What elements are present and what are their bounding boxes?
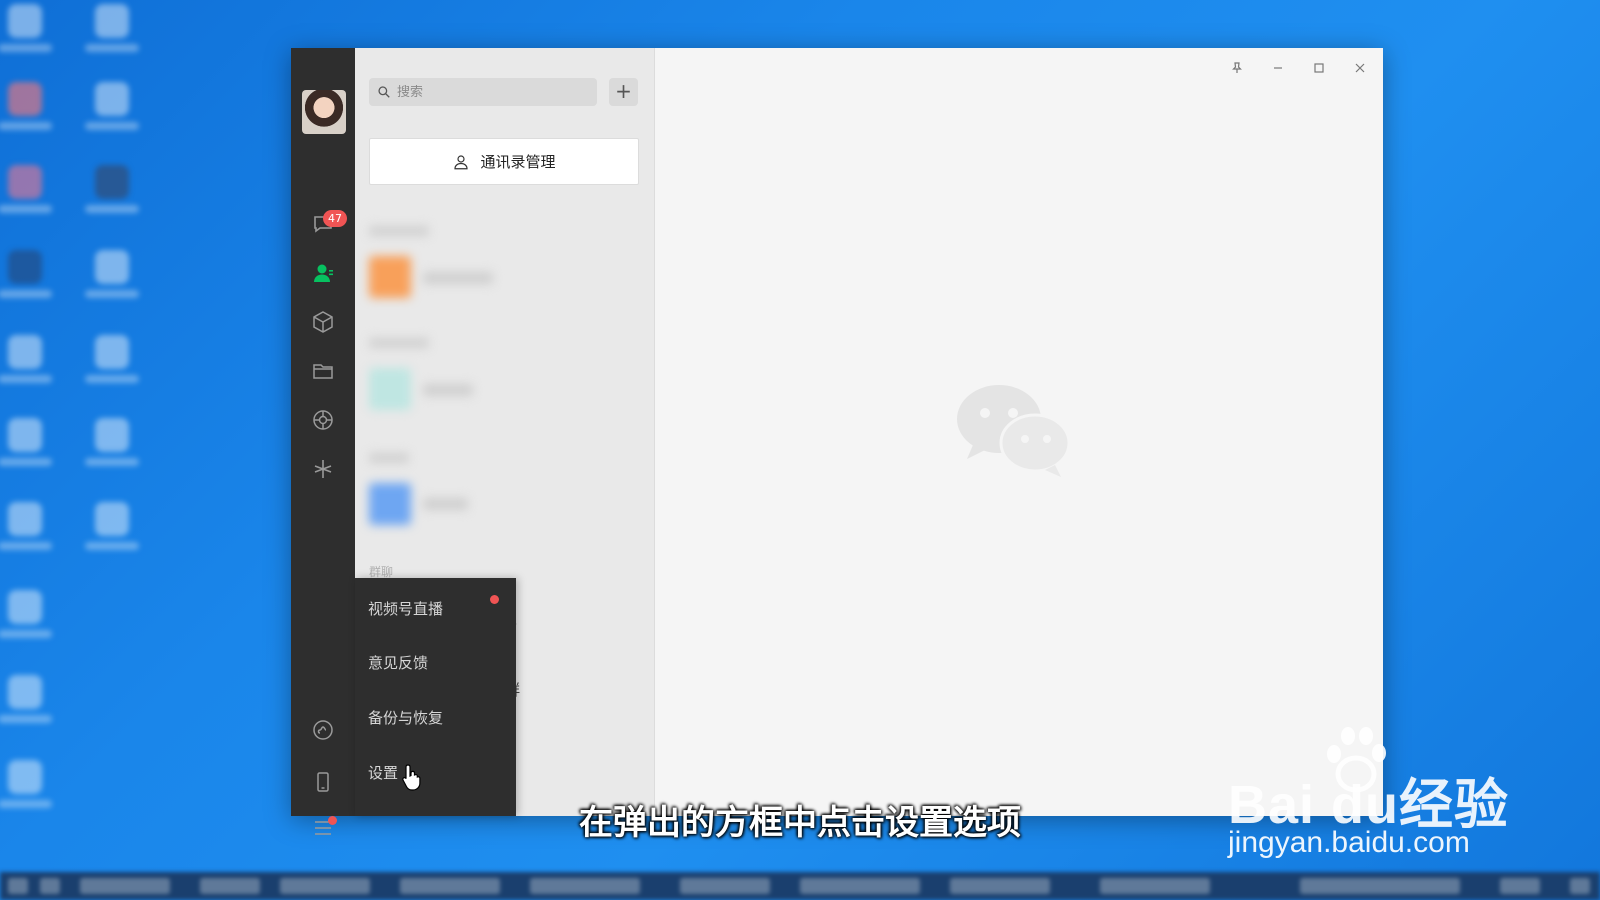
- search-icon: [378, 86, 390, 98]
- hand-cursor-icon: [402, 764, 421, 791]
- section-label: [369, 453, 409, 463]
- contact-name: [423, 498, 468, 510]
- desktop-icon[interactable]: [85, 418, 139, 466]
- folder-icon[interactable]: [307, 355, 339, 387]
- desktop-icon[interactable]: [0, 760, 52, 808]
- taskbar-item[interactable]: [280, 878, 370, 894]
- desktop-icon[interactable]: [85, 4, 139, 52]
- section-label: [369, 338, 429, 348]
- notification-dot: [490, 595, 499, 604]
- contact-avatar[interactable]: [369, 483, 411, 525]
- taskbar-clock: [1500, 878, 1540, 894]
- search-input[interactable]: [397, 84, 587, 100]
- taskbar: [0, 872, 1600, 900]
- contact-name: [423, 272, 493, 284]
- desktop-icon[interactable]: [0, 4, 52, 52]
- add-button[interactable]: +: [609, 78, 638, 106]
- taskbar-item[interactable]: [800, 878, 920, 894]
- desktop-icons: [0, 0, 170, 860]
- cube-icon[interactable]: [307, 306, 339, 338]
- maximize-icon[interactable]: [1305, 56, 1333, 80]
- menu-item-channels-live[interactable]: 视频号直播: [368, 598, 443, 619]
- mini-program-icon[interactable]: [307, 714, 339, 746]
- desktop-icon[interactable]: [0, 82, 52, 130]
- contacts-management-button[interactable]: 通讯录管理: [369, 138, 639, 185]
- desktop-icon[interactable]: [85, 250, 139, 298]
- minimize-icon[interactable]: [1264, 56, 1292, 80]
- desktop-icon[interactable]: [85, 165, 139, 213]
- close-icon[interactable]: [1346, 56, 1374, 80]
- pin-icon[interactable]: [1223, 56, 1251, 80]
- wechat-window: 47 +: [291, 48, 1383, 835]
- contacts-icon[interactable]: [307, 257, 339, 289]
- wechat-logo-icon: [957, 385, 1071, 477]
- taskbar-item[interactable]: [680, 878, 770, 894]
- contact-name: [423, 384, 473, 396]
- person-icon: [454, 154, 469, 169]
- taskbar-item[interactable]: [1100, 878, 1210, 894]
- desktop-icon[interactable]: [0, 250, 52, 298]
- moments-icon[interactable]: [307, 404, 339, 436]
- desktop-icon[interactable]: [85, 335, 139, 383]
- content-area: [655, 48, 1383, 816]
- menu-item-feedback[interactable]: 意见反馈: [368, 652, 428, 673]
- phone-icon[interactable]: [307, 766, 339, 798]
- taskbar-item[interactable]: [40, 878, 60, 894]
- contact-avatar[interactable]: [369, 368, 411, 410]
- taskbar-item[interactable]: [530, 878, 640, 894]
- desktop-icon[interactable]: [0, 165, 52, 213]
- more-menu: 视频号直播 意见反馈 备份与恢复 设置: [355, 578, 516, 816]
- sparkle-icon[interactable]: [307, 453, 339, 485]
- desktop-icon[interactable]: [0, 418, 52, 466]
- desktop-icon[interactable]: [0, 590, 52, 638]
- taskbar-item[interactable]: [8, 878, 28, 894]
- menu-item-settings[interactable]: 设置: [368, 762, 398, 783]
- taskbar-tray[interactable]: [1300, 878, 1460, 894]
- taskbar-notification[interactable]: [1570, 878, 1590, 894]
- taskbar-item[interactable]: [200, 878, 260, 894]
- menu-item-backup-restore[interactable]: 备份与恢复: [368, 707, 443, 728]
- desktop-icon[interactable]: [0, 675, 52, 723]
- desktop-icon[interactable]: [85, 82, 139, 130]
- desktop-icon[interactable]: [0, 502, 52, 550]
- taskbar-item[interactable]: [950, 878, 1050, 894]
- unread-badge: 47: [323, 210, 347, 227]
- sidebar-rail: 47: [291, 48, 355, 835]
- contacts-management-label: 通讯录管理: [480, 153, 556, 171]
- contact-avatar[interactable]: [369, 256, 411, 298]
- section-label: [369, 226, 429, 236]
- taskbar-item[interactable]: [80, 878, 170, 894]
- taskbar-item[interactable]: [400, 878, 500, 894]
- baidu-watermark-url: jingyan.baidu.com: [1228, 826, 1470, 859]
- desktop-icon[interactable]: [0, 335, 52, 383]
- desktop-icon[interactable]: [85, 502, 139, 550]
- avatar[interactable]: [302, 90, 346, 134]
- search-box[interactable]: [369, 78, 597, 106]
